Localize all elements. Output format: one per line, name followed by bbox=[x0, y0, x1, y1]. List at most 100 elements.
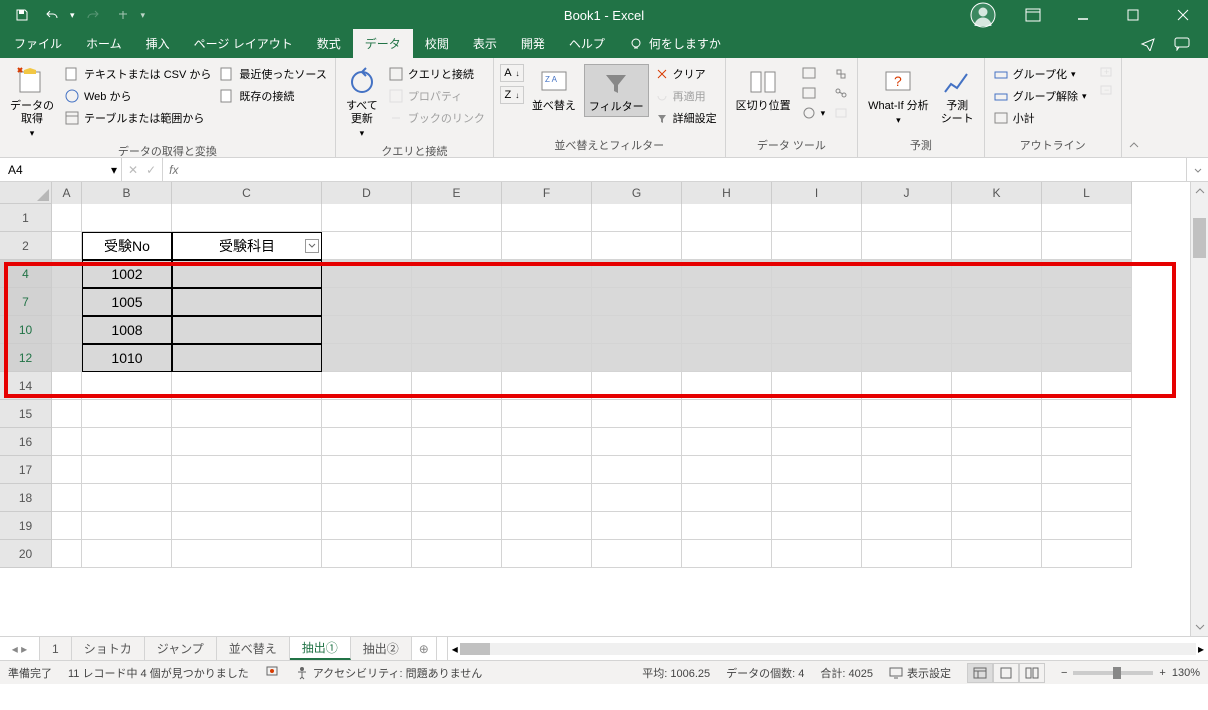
cell[interactable] bbox=[1042, 372, 1132, 400]
column-header-G[interactable]: G bbox=[592, 182, 682, 204]
cell[interactable] bbox=[52, 512, 82, 540]
cell[interactable] bbox=[322, 204, 412, 232]
row-header[interactable]: 16 bbox=[0, 428, 52, 456]
cell[interactable] bbox=[1042, 316, 1132, 344]
cell[interactable] bbox=[772, 344, 862, 372]
cell[interactable] bbox=[502, 484, 592, 512]
cell[interactable] bbox=[592, 260, 682, 288]
cell[interactable] bbox=[1042, 456, 1132, 484]
select-all-corner[interactable] bbox=[0, 182, 52, 204]
cell[interactable] bbox=[592, 344, 682, 372]
formula-input[interactable] bbox=[184, 158, 1186, 181]
customize-qat-icon[interactable] bbox=[111, 3, 135, 27]
cell[interactable] bbox=[682, 400, 772, 428]
cell[interactable] bbox=[172, 400, 322, 428]
row-header[interactable]: 1 bbox=[0, 204, 52, 232]
column-header-L[interactable]: L bbox=[1042, 182, 1132, 204]
tab-data[interactable]: データ bbox=[353, 29, 413, 58]
cell[interactable] bbox=[412, 484, 502, 512]
cell[interactable] bbox=[682, 484, 772, 512]
tab-review[interactable]: 校閲 bbox=[413, 29, 461, 58]
recent-sources[interactable]: 最近使ったソース bbox=[217, 64, 328, 84]
cell[interactable] bbox=[862, 456, 952, 484]
row-header[interactable]: 4 bbox=[0, 260, 52, 288]
add-sheet-button[interactable]: ⊕ bbox=[412, 637, 436, 660]
cell[interactable] bbox=[172, 484, 322, 512]
cell[interactable] bbox=[1042, 512, 1132, 540]
cell[interactable] bbox=[772, 484, 862, 512]
clear-filter[interactable]: クリア bbox=[653, 64, 719, 84]
cell[interactable] bbox=[682, 344, 772, 372]
cell[interactable] bbox=[502, 372, 592, 400]
sort-button[interactable]: Z A 並べ替え bbox=[528, 64, 580, 115]
cell[interactable]: 1008 bbox=[82, 316, 172, 344]
page-break-view[interactable] bbox=[1019, 663, 1045, 683]
cell[interactable] bbox=[682, 372, 772, 400]
cell[interactable] bbox=[772, 540, 862, 568]
cell[interactable] bbox=[772, 232, 862, 260]
cell[interactable] bbox=[172, 512, 322, 540]
cell[interactable] bbox=[412, 204, 502, 232]
expand-formula-icon[interactable] bbox=[1186, 158, 1208, 181]
sort-asc[interactable]: A↓ bbox=[500, 64, 524, 82]
collapse-ribbon[interactable] bbox=[1122, 58, 1146, 157]
cell[interactable] bbox=[82, 428, 172, 456]
column-header-E[interactable]: E bbox=[412, 182, 502, 204]
cell[interactable] bbox=[172, 204, 322, 232]
cell[interactable] bbox=[682, 316, 772, 344]
cell[interactable] bbox=[172, 260, 322, 288]
tab-view[interactable]: 表示 bbox=[461, 29, 509, 58]
subtotal-button[interactable]: 小計 bbox=[991, 108, 1089, 128]
cell[interactable] bbox=[1042, 484, 1132, 512]
sheet-tab[interactable]: ショトカ bbox=[72, 637, 145, 660]
cell[interactable] bbox=[862, 512, 952, 540]
cell[interactable] bbox=[502, 400, 592, 428]
cell[interactable] bbox=[682, 512, 772, 540]
column-header-I[interactable]: I bbox=[772, 182, 862, 204]
cell[interactable] bbox=[502, 288, 592, 316]
cell[interactable] bbox=[52, 204, 82, 232]
cell[interactable] bbox=[502, 204, 592, 232]
cell[interactable] bbox=[772, 288, 862, 316]
maximize-button[interactable] bbox=[1110, 0, 1156, 30]
cell[interactable] bbox=[502, 540, 592, 568]
relationships[interactable] bbox=[831, 84, 851, 102]
ungroup-button[interactable]: グループ解除 ▾ bbox=[991, 86, 1089, 106]
close-button[interactable] bbox=[1160, 0, 1206, 30]
tab-insert[interactable]: 挿入 bbox=[134, 29, 182, 58]
data-validation[interactable]: ▾ bbox=[799, 104, 828, 122]
cell[interactable] bbox=[502, 456, 592, 484]
existing-connections[interactable]: 既存の接続 bbox=[217, 86, 328, 106]
minimize-button[interactable] bbox=[1060, 0, 1106, 30]
cell[interactable] bbox=[172, 428, 322, 456]
normal-view[interactable] bbox=[967, 663, 993, 683]
cell[interactable] bbox=[52, 316, 82, 344]
column-header-A[interactable]: A bbox=[52, 182, 82, 204]
cell[interactable] bbox=[682, 204, 772, 232]
cell[interactable]: 受験科目 bbox=[172, 232, 322, 260]
cell[interactable] bbox=[592, 400, 682, 428]
cell[interactable] bbox=[412, 540, 502, 568]
sheet-tab[interactable]: 抽出② bbox=[351, 637, 412, 660]
cell[interactable] bbox=[82, 372, 172, 400]
cell[interactable] bbox=[952, 400, 1042, 428]
vertical-scrollbar[interactable] bbox=[1190, 182, 1208, 636]
cell[interactable] bbox=[592, 372, 682, 400]
tab-file[interactable]: ファイル bbox=[2, 29, 74, 58]
macro-record-icon[interactable] bbox=[265, 664, 279, 681]
cell[interactable] bbox=[862, 372, 952, 400]
cell[interactable] bbox=[52, 288, 82, 316]
column-header-B[interactable]: B bbox=[82, 182, 172, 204]
tell-me[interactable]: 何をしますか bbox=[617, 29, 733, 58]
cell[interactable] bbox=[502, 232, 592, 260]
cell[interactable] bbox=[592, 428, 682, 456]
sort-desc[interactable]: Z↓ bbox=[500, 86, 524, 104]
cell[interactable] bbox=[952, 344, 1042, 372]
cell[interactable]: 1002 bbox=[82, 260, 172, 288]
filter-button[interactable]: フィルター bbox=[584, 64, 649, 117]
cell[interactable] bbox=[862, 232, 952, 260]
filter-dropdown-icon[interactable] bbox=[305, 239, 319, 253]
column-header-H[interactable]: H bbox=[682, 182, 772, 204]
refresh-all-button[interactable]: すべて 更新▾ bbox=[342, 64, 382, 141]
cell[interactable] bbox=[502, 344, 592, 372]
